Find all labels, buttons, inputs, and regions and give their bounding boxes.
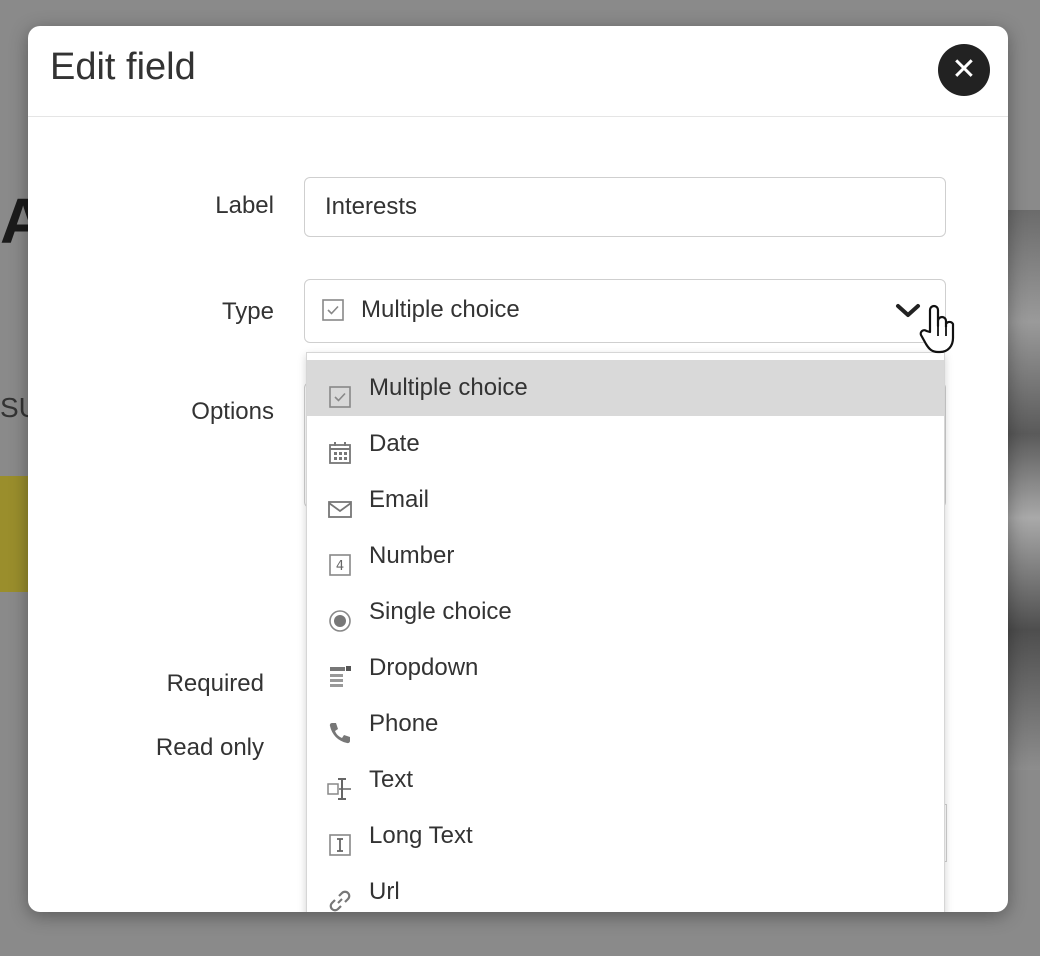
readonly-field-caption: Read only: [155, 734, 264, 761]
dropdown-option[interactable]: Text: [307, 752, 944, 808]
edit-field-modal: Edit field ✕ Label Type Multiple choice …: [28, 26, 1008, 912]
type-field-caption: Type: [221, 298, 274, 325]
dropdown-option-label: Phone: [369, 710, 439, 737]
options-field-caption: Options: [191, 398, 274, 425]
dropdown-option-label: Url: [369, 878, 400, 905]
close-icon: ✕: [951, 52, 977, 87]
checkbox-icon: [327, 375, 353, 408]
type-dropdown-menu: Multiple choice Date Email 4 Number Single ch…: [306, 352, 945, 912]
type-select[interactable]: Multiple choice: [304, 279, 946, 343]
required-field-caption: Required: [166, 670, 264, 697]
dropdown-option[interactable]: Date: [307, 416, 944, 472]
dropdown-option[interactable]: Long Text: [307, 808, 944, 864]
dropdown-option-label: Email: [369, 486, 430, 513]
dropdown-option[interactable]: Phone: [307, 696, 944, 752]
radio-icon: [327, 599, 353, 632]
dropdown-option-label: Long Text: [369, 822, 473, 849]
background-page-heading: A: [0, 186, 28, 256]
dropdown-option[interactable]: Email: [307, 472, 944, 528]
dropdown-option[interactable]: Multiple choice: [307, 360, 944, 416]
phone-icon: [327, 711, 353, 744]
label-input[interactable]: [304, 177, 946, 237]
dropdown-list-icon: [327, 655, 353, 687]
number-icon: 4: [327, 543, 353, 576]
dropdown-option-label: Dropdown: [369, 654, 479, 681]
envelope-icon: [327, 487, 353, 518]
link-icon: [327, 879, 353, 912]
calendar-icon: [327, 431, 353, 464]
dropdown-option-label: Number: [369, 542, 455, 569]
checkbox-icon: [321, 298, 345, 327]
dropdown-option[interactable]: Url: [307, 864, 944, 912]
dropdown-option[interactable]: Dropdown: [307, 640, 944, 696]
modal-header: Edit field ✕: [28, 26, 1008, 117]
text-cursor-icon: [327, 767, 353, 800]
dropdown-option-label: Multiple choice: [369, 374, 528, 401]
dropdown-option[interactable]: 4 Number: [307, 528, 944, 584]
background-page-image: [1008, 210, 1040, 770]
background-page-text: SU: [0, 392, 28, 423]
modal-title: Edit field: [50, 46, 196, 88]
hand-cursor-icon: [918, 302, 958, 363]
textarea-icon: [327, 823, 353, 856]
dropdown-option-label: Single choice: [369, 598, 512, 625]
background-page-banner: [0, 476, 28, 592]
label-field-caption: Label: [215, 192, 274, 219]
close-button[interactable]: ✕: [938, 44, 990, 96]
dropdown-option-label: Date: [369, 430, 420, 457]
dropdown-option[interactable]: Single choice: [307, 584, 944, 640]
dropdown-option-label: Text: [369, 766, 414, 793]
type-select-value: Multiple choice: [361, 296, 520, 323]
svg-text:4: 4: [336, 559, 344, 574]
